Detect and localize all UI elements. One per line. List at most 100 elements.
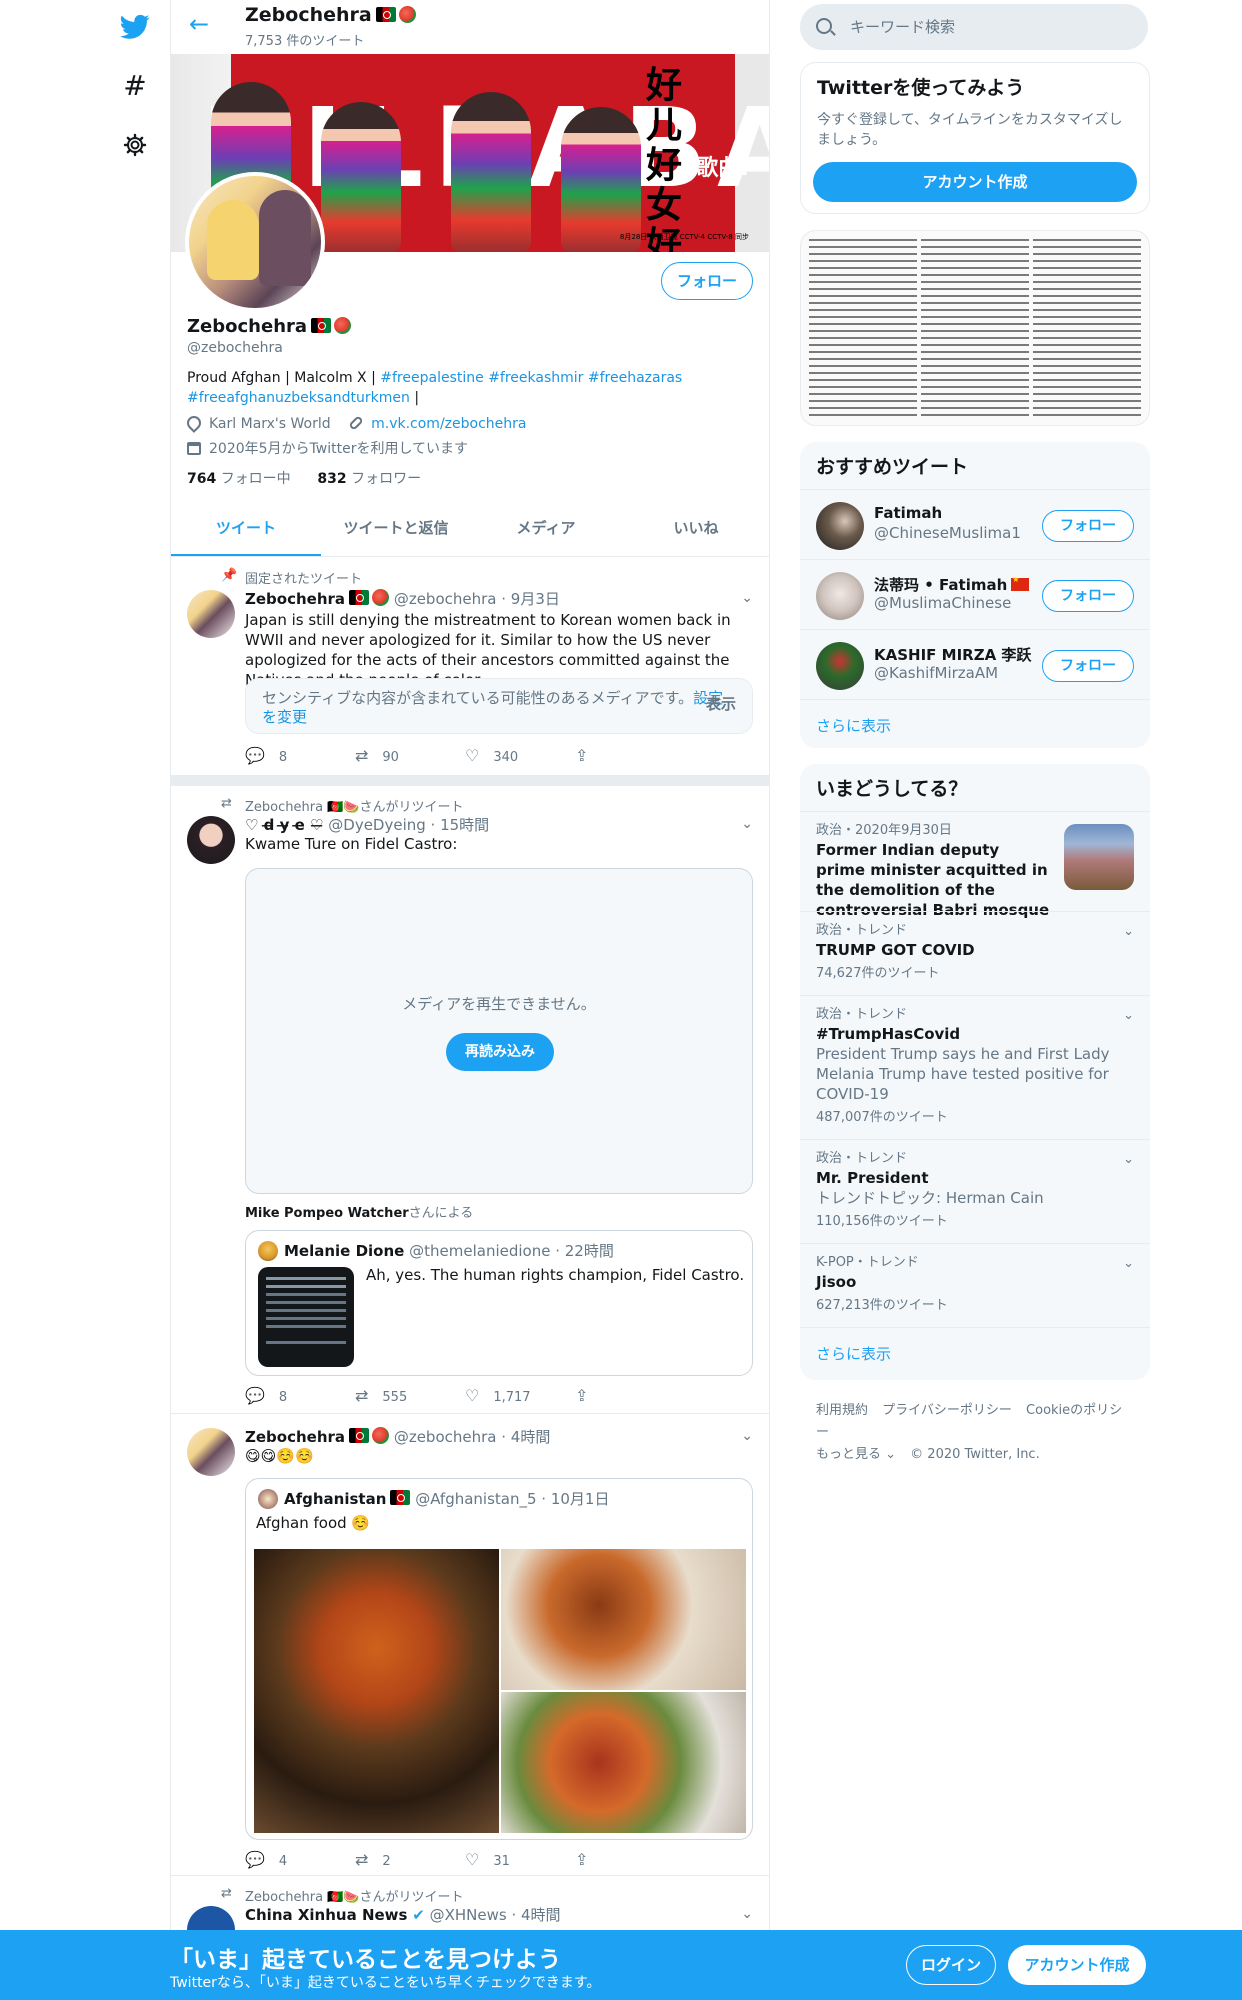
trend-item[interactable]: 政治・2020年9月30日 Former Indian deputy prime… — [800, 811, 1150, 919]
footer-link-terms[interactable]: 利用規約 — [816, 1403, 868, 1418]
settings-gear-icon[interactable] — [112, 122, 158, 168]
login-button[interactable]: ログイン — [906, 1945, 996, 1985]
explore-hashtag-icon[interactable]: # — [112, 62, 158, 108]
tweet-pinned[interactable]: 📌 固定されたツイート Zebochehra @zebochehra · 9月3… — [171, 558, 769, 776]
profile-link[interactable]: m.vk.com/zebochehra — [371, 416, 526, 432]
user-handle: @MuslimaChinese — [874, 594, 1012, 612]
quoted-tweet[interactable]: Afghanistan @Afghanistan_5 · 10月1日 Afgha… — [245, 1478, 753, 1840]
trend-count: 74,627件のツイート — [816, 966, 940, 981]
banner-figure — [561, 107, 641, 252]
footer-link-more[interactable]: もっと見る ⌄ — [816, 1447, 896, 1462]
tab-media[interactable]: メディア — [471, 500, 621, 556]
tweet-avatar[interactable] — [187, 590, 235, 638]
quoted-tweet[interactable]: Melanie Dione @themelaniedione · 22時間 Ah… — [245, 1230, 753, 1376]
show-more-link[interactable]: さらに表示 — [800, 1327, 1150, 1379]
twitter-logo-icon[interactable] — [112, 4, 158, 50]
watermelon-icon — [372, 1427, 390, 1444]
food-photo-grid — [254, 1549, 746, 1833]
banner-figure — [451, 92, 531, 252]
tweet-avatar[interactable] — [187, 816, 235, 864]
search-input[interactable]: キーワード検索 — [800, 4, 1148, 50]
retweet-icon: ⇄ — [221, 796, 232, 811]
chevron-down-icon[interactable]: ⌄ — [741, 590, 753, 606]
retweet-button[interactable]: ⇄ 2 — [355, 1850, 465, 1869]
tweet-header: Zebochehra @zebochehra · 4時間 — [245, 1427, 551, 1446]
follow-user-button[interactable]: フォロー — [1042, 510, 1134, 542]
tweet-context: 固定されたツイート — [245, 572, 363, 587]
footer-link-privacy[interactable]: プライバシーポリシー — [882, 1403, 1012, 1418]
bio-hashtag-link[interactable]: #freehazaras — [588, 370, 682, 386]
share-button[interactable]: ⇪ — [575, 1386, 685, 1405]
signup-button[interactable]: アカウント作成 — [1008, 1945, 1146, 1985]
like-button[interactable]: ♡ 1,717 — [465, 1386, 575, 1405]
news-text-column — [1033, 239, 1141, 419]
reply-button[interactable]: 💬 4 — [245, 1850, 355, 1869]
trend-category: 政治・トレンド — [816, 923, 908, 938]
reload-button[interactable]: 再読み込み — [446, 1033, 554, 1071]
followers-count[interactable]: 832 フォロワー — [317, 471, 421, 487]
news-article-image[interactable] — [800, 230, 1150, 426]
quote-header: Afghanistan @Afghanistan_5 · 10月1日 — [284, 1490, 610, 1508]
trend-category: 政治・トレンド — [816, 1007, 908, 1022]
follow-button[interactable]: フォロー — [661, 262, 753, 300]
reply-button[interactable]: 💬 8 — [245, 746, 355, 765]
following-count[interactable]: 764 フォロー中 — [187, 471, 291, 487]
back-arrow-icon[interactable]: ← — [189, 10, 209, 38]
trend-item[interactable]: 政治・トレンド Mr. President トレンドトピック: Herman C… — [800, 1139, 1150, 1243]
trend-item[interactable]: 政治・トレンド TRUMP GOT COVID 74,627件のツイート ⌄ — [800, 911, 1150, 995]
profile-joined-row: 2020年5月からTwitterを利用しています — [187, 438, 468, 458]
retweet-button[interactable]: ⇄ 555 — [355, 1386, 465, 1405]
suggested-user[interactable]: Fatimah @ChineseMuslima1 フォロー — [800, 489, 1150, 559]
tab-tweets[interactable]: ツイート — [171, 500, 321, 556]
tab-likes[interactable]: いいね — [621, 500, 769, 556]
like-button[interactable]: ♡ 340 — [465, 746, 575, 765]
like-button[interactable]: ♡ 31 — [465, 1850, 575, 1869]
profile-name: Zebochehra — [187, 316, 352, 337]
follow-user-button[interactable]: フォロー — [1042, 650, 1134, 682]
profile-meta-row: Karl Marx's World m.vk.com/zebochehra — [184, 413, 526, 433]
signup-prompt-bar: 「いま」起きていることを見つけよう Twitterなら、「いま」起きていることを… — [0, 1930, 1242, 2000]
share-button[interactable]: ⇪ — [575, 1850, 685, 1869]
show-media-button[interactable]: 表示 — [706, 695, 736, 714]
food-photo[interactable] — [254, 1549, 499, 1833]
chevron-down-icon[interactable]: ⌄ — [741, 1906, 753, 1922]
video-player[interactable]: メディアを再生できません。 再読み込み — [245, 868, 753, 1194]
chevron-down-icon[interactable]: ⌄ — [1123, 1256, 1134, 1271]
create-account-button[interactable]: アカウント作成 — [813, 162, 1137, 202]
tweet-text: Kwame Ture on Fidel Castro: — [245, 835, 458, 853]
tab-tweets-replies[interactable]: ツイートと返信 — [321, 500, 471, 556]
share-button[interactable]: ⇪ — [575, 746, 685, 765]
retweet-button[interactable]: ⇄ 90 — [355, 746, 465, 765]
chevron-down-icon[interactable]: ⌄ — [1123, 924, 1134, 939]
user-handle: @ChineseMuslima1 — [874, 524, 1021, 542]
bio-hashtag-link[interactable]: #freepalestine — [380, 370, 483, 386]
quote-text: Afghan food ☺️ — [256, 1514, 371, 1532]
tweet-retweet-video[interactable]: ⇄ Zebochehra 🇦🇫🍉さんがリツイート ♡ d̶ y̶ e̶ ♡̶ @… — [171, 786, 769, 1414]
bio-hashtag-link[interactable]: #freeafghanuzbeksandturkmen — [187, 390, 410, 406]
trend-item[interactable]: 政治・トレンド #TrumpHasCovid President Trump s… — [800, 995, 1150, 1139]
chevron-down-icon[interactable]: ⌄ — [741, 1428, 753, 1444]
quote-avatar — [258, 1241, 278, 1261]
trend-count: 627,213件のツイート — [816, 1298, 948, 1313]
chevron-down-icon[interactable]: ⌄ — [1123, 1152, 1134, 1167]
bio-hashtag-link[interactable]: #freekashmir — [488, 370, 583, 386]
header-profile-name: Zebochehra — [245, 4, 416, 26]
suggested-user[interactable]: 法蒂玛 • Fatimah @MuslimaChinese フォロー — [800, 559, 1150, 629]
tweet-context: Zebochehra 🇦🇫🍉さんがリツイート — [245, 1890, 464, 1905]
follow-user-button[interactable]: フォロー — [1042, 580, 1134, 612]
food-photo[interactable] — [501, 1692, 746, 1833]
profile-avatar[interactable] — [185, 172, 325, 312]
afghanistan-flag-icon — [375, 7, 396, 22]
trend-item[interactable]: K-POP・トレンド Jisoo 627,213件のツイート ⌄ — [800, 1243, 1150, 1327]
tweet-avatar[interactable] — [187, 1428, 235, 1476]
tweet-quote-food[interactable]: Zebochehra @zebochehra · 4時間 ⌄ 😋😋☺️☺️ Af… — [171, 1414, 769, 1876]
profile-joined: 2020年5月からTwitterを利用しています — [209, 441, 469, 457]
food-photo[interactable] — [501, 1549, 746, 1690]
sensitive-media-warning: センシティブな内容が含まれている可能性のあるメディアです。設定を変更 表示 — [245, 678, 753, 734]
chevron-down-icon[interactable]: ⌄ — [1123, 1008, 1134, 1023]
reply-button[interactable]: 💬 8 — [245, 1386, 355, 1405]
chevron-down-icon[interactable]: ⌄ — [741, 816, 753, 832]
suggested-user[interactable]: KASHIF MIRZA 李跃 @KashifMirzaAM フォロー — [800, 629, 1150, 699]
show-more-link[interactable]: さらに表示 — [800, 699, 1150, 748]
afghanistan-flag-icon — [349, 1428, 370, 1443]
